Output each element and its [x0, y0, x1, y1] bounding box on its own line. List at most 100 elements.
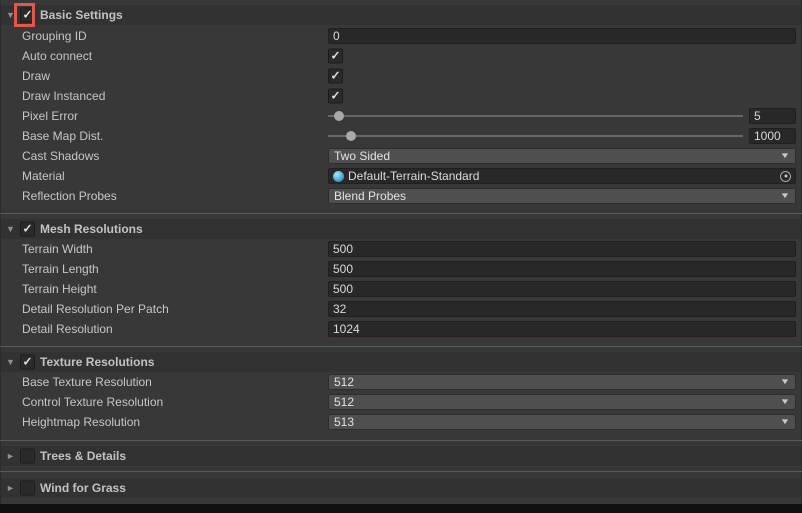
section-separator	[0, 346, 802, 347]
section-title: Basic Settings	[40, 8, 123, 22]
field-label: Control Texture Resolution	[22, 395, 163, 409]
dropdown-arrow-icon: ▼	[780, 152, 791, 160]
field-value: 0	[333, 29, 340, 43]
checkmark-icon: ✓	[330, 90, 340, 102]
basic-settings-rows: Grouping ID 0 Auto connect ✓ Draw ✓ Draw…	[1, 26, 801, 206]
base-texture-resolution-dropdown[interactable]: 512 ▼	[328, 374, 796, 390]
foldout-open-icon[interactable]: ▼	[4, 357, 17, 367]
row-heightmap-resolution: Heightmap Resolution 513 ▼	[1, 412, 801, 432]
section-header-basic-settings[interactable]: ▼ ✓ Basic Settings	[1, 5, 801, 25]
dropdown-value: 513	[334, 415, 354, 429]
field-label: Terrain Length	[22, 262, 99, 276]
grouping-id-input[interactable]: 0	[328, 28, 796, 44]
object-picker-icon[interactable]	[780, 171, 791, 182]
slider-track[interactable]	[328, 135, 743, 137]
object-value: Default-Terrain-Standard	[348, 169, 479, 183]
checkmark-icon: ✓	[330, 50, 340, 62]
field-value: 5	[754, 109, 761, 123]
auto-connect-checkbox[interactable]: ✓	[328, 49, 343, 64]
row-detail-resolution: Detail Resolution 1024	[1, 319, 801, 339]
field-value: 500	[333, 282, 353, 296]
terrain-height-input[interactable]: 500	[328, 281, 796, 297]
row-terrain-length: Terrain Length 500	[1, 259, 801, 279]
field-label: Draw	[22, 69, 50, 83]
section-header-mesh-resolutions[interactable]: ▼ ✓ Mesh Resolutions	[1, 219, 801, 239]
field-label: Cast Shadows	[22, 149, 99, 163]
row-terrain-height: Terrain Height 500	[1, 279, 801, 299]
control-texture-resolution-dropdown[interactable]: 512 ▼	[328, 394, 796, 410]
field-value: 1000	[754, 129, 781, 143]
detail-resolution-input[interactable]: 1024	[328, 321, 796, 337]
pixel-error-slider: 5	[328, 108, 796, 124]
section-enabled-checkbox[interactable]	[20, 481, 35, 496]
section-header-trees-details[interactable]: ► Trees & Details	[1, 446, 801, 466]
section-title: Texture Resolutions	[40, 355, 154, 369]
dropdown-value: Blend Probes	[334, 189, 406, 203]
dropdown-value: Two Sided	[334, 149, 390, 163]
row-control-texture-resolution: Control Texture Resolution 512 ▼	[1, 392, 801, 412]
field-label: Heightmap Resolution	[22, 415, 140, 429]
row-detail-resolution-per-patch: Detail Resolution Per Patch 32	[1, 299, 801, 319]
foldout-closed-icon[interactable]: ►	[4, 483, 17, 493]
dropdown-arrow-icon: ▼	[780, 418, 791, 426]
slider-track[interactable]	[328, 115, 743, 117]
reflection-probes-dropdown[interactable]: Blend Probes ▼	[328, 188, 796, 204]
checkmark-icon: ✓	[330, 70, 340, 82]
row-draw-instanced: Draw Instanced ✓	[1, 86, 801, 106]
field-label: Detail Resolution	[22, 322, 113, 336]
panel-bottom-edge	[0, 504, 802, 513]
field-value: 500	[333, 262, 353, 276]
row-draw: Draw ✓	[1, 66, 801, 86]
draw-checkbox[interactable]: ✓	[328, 69, 343, 84]
pixel-error-value-input[interactable]: 5	[749, 108, 796, 124]
detail-resolution-per-patch-input[interactable]: 32	[328, 301, 796, 317]
base-map-dist-slider: 1000	[328, 128, 796, 144]
material-sphere-icon	[333, 171, 344, 182]
section-title: Wind for Grass	[40, 481, 126, 495]
material-object-field[interactable]: Default-Terrain-Standard	[328, 168, 796, 184]
dropdown-value: 512	[334, 395, 354, 409]
field-label: Grouping ID	[22, 29, 87, 43]
dropdown-value: 512	[334, 375, 354, 389]
draw-instanced-checkbox[interactable]: ✓	[328, 89, 343, 104]
row-reflection-probes: Reflection Probes Blend Probes ▼	[1, 186, 801, 206]
field-label: Base Map Dist.	[22, 129, 103, 143]
field-value: 500	[333, 242, 353, 256]
field-label: Detail Resolution Per Patch	[22, 302, 169, 316]
cast-shadows-dropdown[interactable]: Two Sided ▼	[328, 148, 796, 164]
row-auto-connect: Auto connect ✓	[1, 46, 801, 66]
dropdown-arrow-icon: ▼	[780, 378, 791, 386]
foldout-closed-icon[interactable]: ►	[4, 451, 17, 461]
row-grouping-id: Grouping ID 0	[1, 26, 801, 46]
section-separator	[0, 213, 802, 214]
texture-resolutions-rows: Base Texture Resolution 512 ▼ Control Te…	[1, 372, 801, 432]
slider-handle[interactable]	[346, 131, 356, 141]
base-map-dist-value-input[interactable]: 1000	[749, 128, 796, 144]
field-label: Terrain Width	[22, 242, 93, 256]
section-header-texture-resolutions[interactable]: ▼ ✓ Texture Resolutions	[1, 352, 801, 372]
field-label: Auto connect	[22, 49, 92, 63]
checkmark-icon: ✓	[22, 356, 32, 368]
section-header-wind-for-grass[interactable]: ► Wind for Grass	[1, 478, 801, 498]
section-enabled-checkbox[interactable]	[20, 449, 35, 464]
field-label: Pixel Error	[22, 109, 78, 123]
dropdown-arrow-icon: ▼	[780, 192, 791, 200]
section-enabled-checkbox[interactable]: ✓	[20, 222, 35, 237]
section-title: Mesh Resolutions	[40, 222, 143, 236]
section-title: Trees & Details	[40, 449, 126, 463]
field-label: Material	[22, 169, 65, 183]
checkmark-icon: ✓	[22, 223, 32, 235]
row-pixel-error: Pixel Error 5	[1, 106, 801, 126]
row-material: Material Default-Terrain-Standard	[1, 166, 801, 186]
annotation-highlight	[14, 3, 35, 27]
slider-handle[interactable]	[334, 111, 344, 121]
terrain-length-input[interactable]: 500	[328, 261, 796, 277]
section-enabled-checkbox[interactable]: ✓	[20, 355, 35, 370]
heightmap-resolution-dropdown[interactable]: 513 ▼	[328, 414, 796, 430]
terrain-width-input[interactable]: 500	[328, 241, 796, 257]
field-label: Reflection Probes	[22, 189, 117, 203]
mesh-resolutions-rows: Terrain Width 500 Terrain Length 500 Ter…	[1, 239, 801, 339]
foldout-open-icon[interactable]: ▼	[4, 224, 17, 234]
field-label: Base Texture Resolution	[22, 375, 152, 389]
terrain-inspector-panel: ▼ ✓ Basic Settings Grouping ID 0 Auto co…	[0, 0, 802, 513]
